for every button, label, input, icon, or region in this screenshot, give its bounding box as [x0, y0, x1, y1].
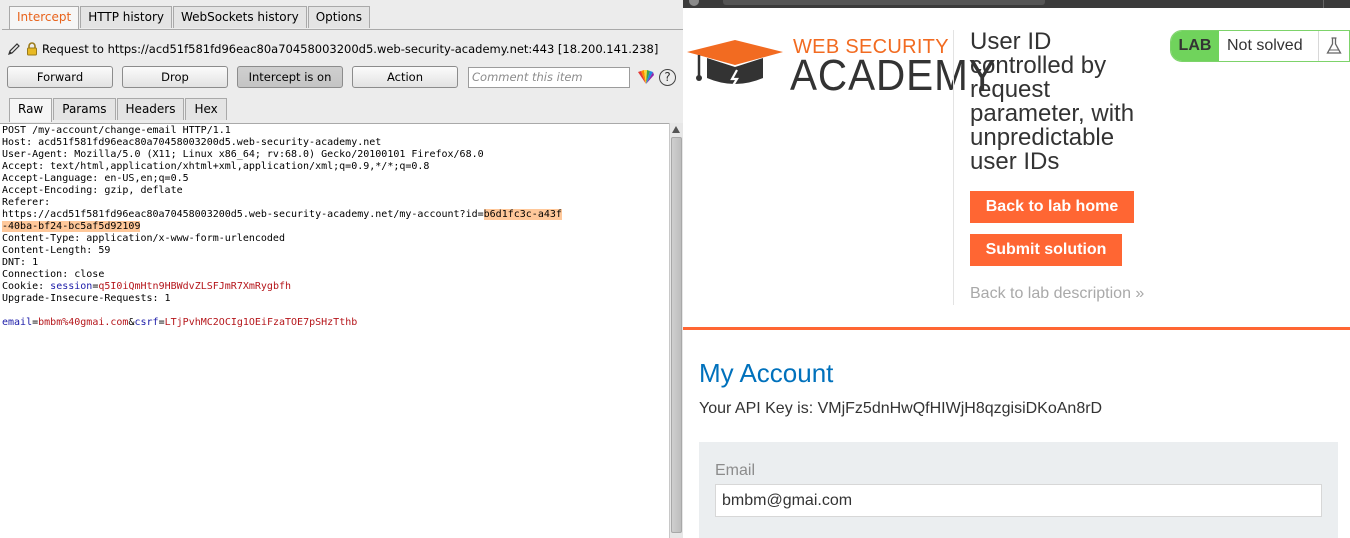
header-user-agent: User-Agent: Mozilla/5.0 (X11; Linux x86_… [2, 149, 484, 160]
header-accept-encoding: Accept-Encoding: gzip, deflate [2, 185, 183, 196]
pencil-icon[interactable] [6, 41, 22, 57]
tab-intercept[interactable]: Intercept [9, 6, 80, 30]
lab-title: User ID controlled by request parameter,… [970, 28, 1135, 175]
web-security-academy-logo[interactable]: WEB SECURITY ACADEMY [685, 36, 996, 102]
scroll-up-icon[interactable] [672, 126, 680, 133]
burp-proxy-panel: Intercept HTTP history WebSockets histor… [0, 0, 683, 538]
referer-url: https://acd51f581fd96eac80a70458003200d5… [2, 209, 484, 220]
back-to-lab-home-button[interactable]: Back to lab home [970, 191, 1134, 223]
email-field[interactable]: bmbm@gmai.com [715, 484, 1322, 517]
browser-chrome [683, 0, 1350, 8]
lock-icon [24, 41, 40, 57]
header-rule [683, 327, 1350, 330]
submit-solution-button[interactable]: Submit solution [970, 234, 1122, 266]
graduation-cap-icon [687, 40, 783, 88]
editor-scrollbar[interactable] [669, 123, 683, 538]
page-title: My Account [699, 358, 834, 388]
body-param-email-name: email [2, 317, 33, 328]
request-body: email=bmbm%40gmai.com&csrf=LTjPvhMC2OCIg… [2, 317, 667, 329]
intercept-toggle-button[interactable]: Intercept is on [237, 66, 343, 88]
lab-status-badge: LAB Not solved [1170, 30, 1350, 62]
referer-id-line: -40ba-bf24-bc5af5d92109 [2, 221, 667, 233]
back-to-lab-description-link[interactable]: Back to lab description » [970, 285, 1144, 303]
header-content-type: Content-Type: application/x-www-form-url… [2, 233, 285, 244]
help-icon[interactable]: ? [659, 68, 676, 86]
raw-request-editor[interactable]: POST /my-account/change-email HTTP/1.1 H… [0, 123, 669, 538]
header-accept: Accept: text/html,application/xhtml+xml,… [2, 161, 430, 172]
proxy-tabs: Intercept HTTP history WebSockets histor… [9, 6, 371, 30]
flask-icon [1319, 31, 1349, 61]
scroll-thumb[interactable] [671, 137, 682, 533]
comment-input[interactable]: Comment this item [468, 66, 630, 88]
header-content-length: Content-Length: 59 [2, 245, 111, 256]
referer-url-line: https://acd51f581fd96eac80a70458003200d5… [2, 209, 667, 221]
cookie-value: q5I0iQmHtn9HBWdvZLSFJmR7XmRygbfh [98, 281, 292, 292]
browser-lab-page: WEB SECURITY ACADEMY User ID controlled … [683, 0, 1350, 538]
highlight-color-icon[interactable] [637, 69, 655, 85]
address-bar[interactable] [723, 0, 1045, 5]
chrome-separator [1323, 0, 1324, 8]
request-url-label: Request to https://acd51f581fd96eac80a70… [42, 42, 659, 56]
tab-raw[interactable]: Raw [9, 98, 53, 122]
tab-options[interactable]: Options [307, 6, 370, 28]
forward-button[interactable]: Forward [7, 66, 113, 88]
drop-button[interactable]: Drop [122, 66, 228, 88]
header-host: Host: acd51f581fd96eac80a70458003200d5.w… [2, 137, 382, 148]
tab-websockets-history[interactable]: WebSockets history [173, 6, 307, 28]
intercept-toolbar: Forward Drop Intercept is on Action Comm… [7, 66, 676, 88]
tab-divider [2, 29, 683, 30]
header-accept-language: Accept-Language: en-US,en;q=0.5 [2, 173, 189, 184]
tab-headers[interactable]: Headers [116, 98, 185, 120]
status-tag: LAB [1171, 31, 1219, 61]
change-email-form: Email bmbm@gmai.com [699, 442, 1338, 538]
body-param-email-value: bmbm%40gmai.com [38, 317, 129, 328]
body-param-csrf-value: LTjPvhMC2OCIg1OEiFzaTOE7pSHzTthb [164, 317, 358, 328]
request-target: Request to https://acd51f581fd96eac80a70… [6, 41, 658, 57]
header-dnt: DNT: 1 [2, 257, 39, 268]
email-label: Email [715, 462, 756, 479]
header-cookie: Cookie: session=q5I0iQmHtn9HBWdvZLSFJmR7… [2, 281, 667, 293]
action-button[interactable]: Action [352, 66, 458, 88]
cookie-prefix: Cookie: [2, 281, 51, 292]
browser-button-icon[interactable] [689, 0, 699, 6]
header-referer: Referer: [2, 197, 51, 208]
request-line: POST /my-account/change-email HTTP/1.1 [2, 125, 231, 136]
message-view-tabs: Raw Params Headers Hex [9, 98, 228, 122]
logo-text-bottom: ACADEMY [790, 51, 997, 100]
status-text: Not solved [1219, 31, 1319, 61]
header-upgrade-insecure: Upgrade-Insecure-Requests: 1 [2, 293, 171, 304]
header-divider [953, 30, 954, 305]
tab-hex[interactable]: Hex [185, 98, 227, 120]
body-param-csrf-name: csrf [134, 317, 159, 328]
tab-http-history[interactable]: HTTP history [80, 6, 173, 28]
cookie-name: session [50, 281, 93, 292]
api-key-text: Your API Key is: VMjFz5dnHwQfHIWjH8qzgis… [699, 400, 1103, 417]
tab-params[interactable]: Params [53, 98, 116, 120]
referer-id-highlight-cont: -40ba-bf24-bc5af5d92109 [2, 221, 141, 232]
header-connection: Connection: close [2, 269, 105, 280]
referer-id-highlight: b6d1fc3c-a43f [483, 209, 562, 220]
